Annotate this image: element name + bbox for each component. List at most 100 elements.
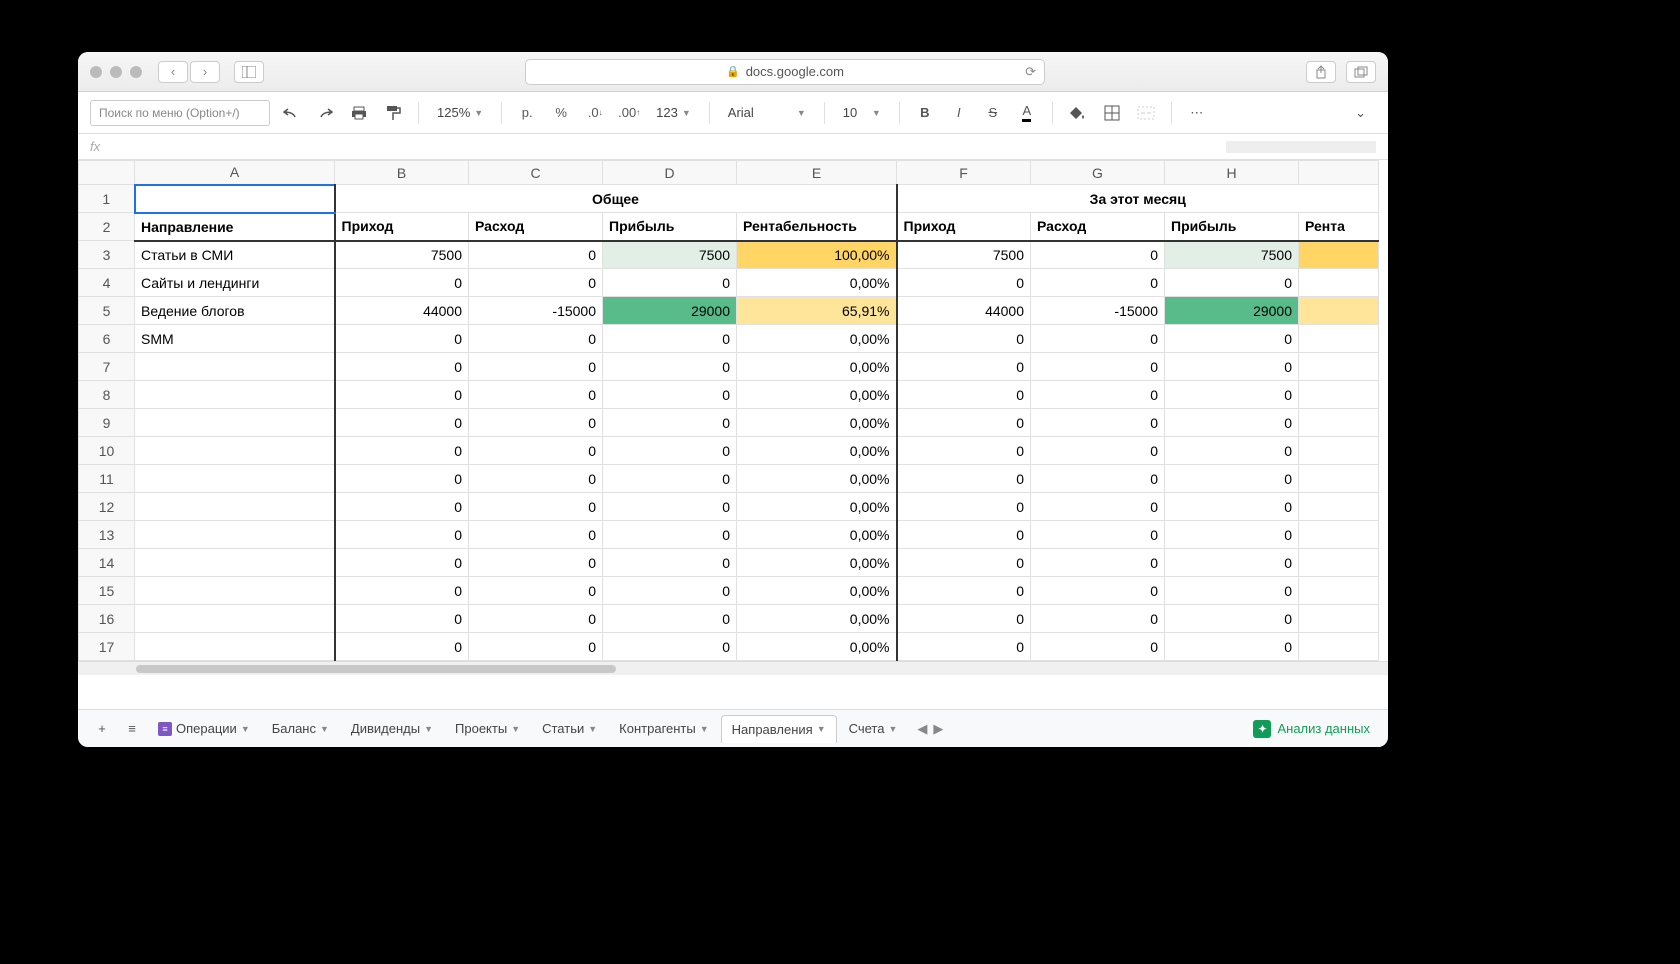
cell-expense-hdr[interactable]: Расход	[469, 213, 603, 241]
cell-D14[interactable]: 0	[603, 549, 737, 577]
sheet-tab-dropdown[interactable]: ▼	[424, 724, 433, 734]
cell-F8[interactable]: 0	[897, 381, 1031, 409]
cell-I9[interactable]	[1299, 409, 1379, 437]
cell-G6[interactable]: 0	[1031, 325, 1165, 353]
cell-C5[interactable]: -15000	[469, 297, 603, 325]
cell-H15[interactable]: 0	[1165, 577, 1299, 605]
cell-G11[interactable]: 0	[1031, 465, 1165, 493]
cell-H5[interactable]: 29000	[1165, 297, 1299, 325]
more-formats-button[interactable]: 123▼	[650, 100, 697, 126]
cell-income-hdr[interactable]: Приход	[335, 213, 469, 241]
url-bar[interactable]: 🔒 docs.google.com ⟳	[525, 59, 1045, 85]
cell-H16[interactable]: 0	[1165, 605, 1299, 633]
forward-button[interactable]: ›	[190, 61, 220, 83]
formula-input[interactable]	[110, 134, 1226, 159]
spreadsheet-grid[interactable]: A B C D E F G H 1 Общее За этот месяц 2 …	[78, 160, 1388, 709]
cell-A9[interactable]	[135, 409, 335, 437]
cell-D12[interactable]: 0	[603, 493, 737, 521]
cell-I15[interactable]	[1299, 577, 1379, 605]
cell-G10[interactable]: 0	[1031, 437, 1165, 465]
cell-B11[interactable]: 0	[335, 465, 469, 493]
font-select[interactable]: Arial▼	[722, 100, 812, 126]
cell-C3[interactable]: 0	[469, 241, 603, 269]
cell-D4[interactable]: 0	[603, 269, 737, 297]
text-color-button[interactable]: A	[1014, 100, 1040, 126]
cell-B16[interactable]: 0	[335, 605, 469, 633]
sheet-tab-Счета[interactable]: Счета▼	[839, 715, 908, 743]
cell-A4[interactable]: Сайты и лендинги	[135, 269, 335, 297]
row-header-11[interactable]: 11	[79, 465, 135, 493]
cell-B9[interactable]: 0	[335, 409, 469, 437]
cell-F11[interactable]: 0	[897, 465, 1031, 493]
cell-F5[interactable]: 44000	[897, 297, 1031, 325]
sheet-tab-dropdown[interactable]: ▼	[588, 724, 597, 734]
cell-B17[interactable]: 0	[335, 633, 469, 661]
sheet-tab-dropdown[interactable]: ▼	[700, 724, 709, 734]
decrease-decimal-button[interactable]: .0↓	[582, 100, 608, 126]
all-sheets-button[interactable]: ≡	[118, 715, 146, 743]
cell-E7[interactable]: 0,00%	[737, 353, 897, 381]
cell-F17[interactable]: 0	[897, 633, 1031, 661]
cell-G8[interactable]: 0	[1031, 381, 1165, 409]
tabs-scroll-right[interactable]: ▶	[933, 721, 943, 737]
row-header-12[interactable]: 12	[79, 493, 135, 521]
cell-B15[interactable]: 0	[335, 577, 469, 605]
cell-G4[interactable]: 0	[1031, 269, 1165, 297]
cell-E14[interactable]: 0,00%	[737, 549, 897, 577]
row-header-10[interactable]: 10	[79, 437, 135, 465]
cell-A7[interactable]	[135, 353, 335, 381]
cell-H9[interactable]: 0	[1165, 409, 1299, 437]
cell-C11[interactable]: 0	[469, 465, 603, 493]
print-button[interactable]	[346, 100, 372, 126]
col-header-I[interactable]	[1299, 161, 1379, 185]
cell-H17[interactable]: 0	[1165, 633, 1299, 661]
cell-H10[interactable]: 0	[1165, 437, 1299, 465]
cell-A1[interactable]	[135, 185, 335, 213]
cell-D7[interactable]: 0	[603, 353, 737, 381]
cell-C17[interactable]: 0	[469, 633, 603, 661]
row-header-2[interactable]: 2	[79, 213, 135, 241]
cell-B10[interactable]: 0	[335, 437, 469, 465]
maximize-button[interactable]	[130, 66, 142, 78]
cell-I8[interactable]	[1299, 381, 1379, 409]
sheet-tab-dropdown[interactable]: ▼	[241, 724, 250, 734]
more-toolbar-button[interactable]: ⋯	[1184, 100, 1210, 126]
cell-F14[interactable]: 0	[897, 549, 1031, 577]
cell-E13[interactable]: 0,00%	[737, 521, 897, 549]
col-header-H[interactable]: H	[1165, 161, 1299, 185]
cell-direction-hdr[interactable]: Направление	[135, 213, 335, 241]
cell-B3[interactable]: 7500	[335, 241, 469, 269]
cell-H4[interactable]: 0	[1165, 269, 1299, 297]
col-header-D[interactable]: D	[603, 161, 737, 185]
cell-E17[interactable]: 0,00%	[737, 633, 897, 661]
sheet-tab-Контрагенты[interactable]: Контрагенты▼	[609, 715, 718, 743]
cell-G3[interactable]: 0	[1031, 241, 1165, 269]
font-size-select[interactable]: 10▼	[837, 100, 887, 126]
menu-search[interactable]: Поиск по меню (Option+/)	[90, 100, 270, 126]
cell-I11[interactable]	[1299, 465, 1379, 493]
close-button[interactable]	[90, 66, 102, 78]
borders-button[interactable]	[1099, 100, 1125, 126]
cell-B14[interactable]: 0	[335, 549, 469, 577]
cell-D17[interactable]: 0	[603, 633, 737, 661]
cell-F10[interactable]: 0	[897, 437, 1031, 465]
sheet-tab-dropdown[interactable]: ▼	[817, 724, 826, 734]
sheet-tab-Дивиденды[interactable]: Дивиденды▼	[341, 715, 443, 743]
cell-D5[interactable]: 29000	[603, 297, 737, 325]
cell-I14[interactable]	[1299, 549, 1379, 577]
cell-D10[interactable]: 0	[603, 437, 737, 465]
cell-G9[interactable]: 0	[1031, 409, 1165, 437]
cell-A16[interactable]	[135, 605, 335, 633]
horizontal-scrollbar[interactable]	[78, 661, 1388, 675]
merge-cells-button[interactable]	[1133, 100, 1159, 126]
currency-format-button[interactable]: р.	[514, 100, 540, 126]
cell-C6[interactable]: 0	[469, 325, 603, 353]
cell-E4[interactable]: 0,00%	[737, 269, 897, 297]
cell-D13[interactable]: 0	[603, 521, 737, 549]
cell-C15[interactable]: 0	[469, 577, 603, 605]
tabs-scroll-left[interactable]: ◀	[917, 721, 927, 737]
undo-button[interactable]	[278, 100, 304, 126]
sheet-tab-Баланс[interactable]: Баланс▼	[262, 715, 339, 743]
row-header-16[interactable]: 16	[79, 605, 135, 633]
col-header-F[interactable]: F	[897, 161, 1031, 185]
